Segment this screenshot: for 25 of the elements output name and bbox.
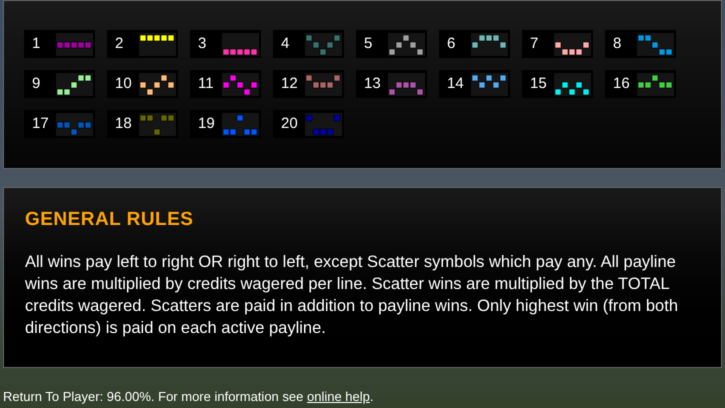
rules-paragraph: All wins pay left to right OR right to left, except Scatter symbols which pay any. All payline wins are multiplied by credits wagered per line. Scatter wins are multiplied by the TOTAL credits wagered. Scatters are paid in addition to payline wins. Only highest win (from both directions) is paid on each active payline.: [25, 252, 679, 338]
payline-number: 19: [198, 114, 215, 134]
payline-number: 17: [32, 114, 49, 134]
payline-number: 13: [364, 74, 381, 94]
footer-text: Return To Player: 96.00%. For more information see: [3, 388, 304, 404]
payline-number: 8: [613, 34, 622, 54]
payline-number: 7: [530, 34, 538, 54]
payline-number: 5: [364, 34, 372, 54]
footer-period: .: [370, 388, 374, 404]
payline-number: 4: [281, 34, 290, 54]
payline-number: 12: [281, 74, 298, 94]
payline-number: 9: [32, 74, 40, 94]
online-help-link[interactable]: online help: [306, 388, 370, 404]
payline-number: 6: [447, 34, 456, 54]
payline-number: 15: [530, 74, 547, 94]
rules-title: GENERAL RULES: [25, 208, 194, 232]
payline-number: 11: [198, 74, 214, 94]
payline-number: 3: [198, 34, 206, 54]
payline-number: 18: [115, 114, 132, 134]
payline-number: 1: [32, 34, 40, 54]
payline-number: 2: [115, 34, 124, 54]
payline-number: 10: [115, 74, 132, 94]
payline-number: 20: [281, 114, 298, 134]
payline-number: 14: [447, 74, 464, 94]
payline-number: 16: [613, 74, 630, 94]
